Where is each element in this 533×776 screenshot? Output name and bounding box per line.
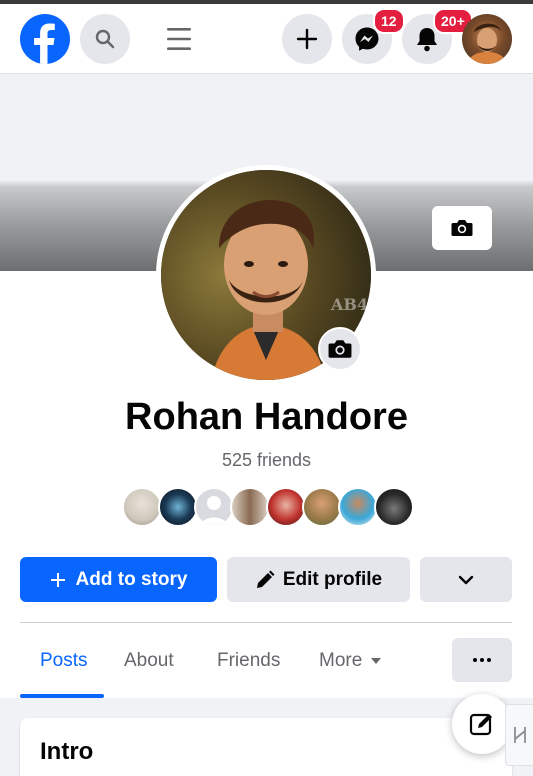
intro-title: Intro bbox=[40, 738, 94, 765]
camera-icon bbox=[328, 340, 352, 358]
intro-card: Intro bbox=[20, 718, 512, 776]
chevron-down-icon bbox=[458, 575, 474, 584]
tab-more-label: More bbox=[319, 650, 363, 671]
add-to-story-label: Add to story bbox=[75, 568, 188, 590]
more-options-button[interactable] bbox=[452, 638, 512, 682]
add-to-story-button[interactable]: Add to story bbox=[20, 557, 217, 602]
friend-avatar[interactable] bbox=[338, 487, 378, 527]
friend-avatar[interactable] bbox=[194, 487, 234, 527]
compose-icon bbox=[469, 713, 492, 736]
friend-avatars-row bbox=[122, 487, 414, 527]
account-avatar[interactable] bbox=[462, 14, 512, 64]
friend-avatar[interactable] bbox=[122, 487, 162, 527]
friend-avatar[interactable] bbox=[302, 487, 342, 527]
edit-cover-photo-button[interactable] bbox=[432, 206, 492, 250]
section-divider bbox=[20, 622, 512, 623]
tab-friends[interactable]: Friends bbox=[217, 650, 280, 672]
tab-posts[interactable]: Posts bbox=[40, 650, 88, 672]
plus-icon bbox=[296, 28, 318, 50]
menu-icon[interactable] bbox=[166, 26, 192, 52]
side-panel-toggle[interactable] bbox=[505, 704, 533, 766]
pencil-icon bbox=[256, 570, 275, 588]
caret-down-icon bbox=[371, 658, 382, 664]
camera-icon bbox=[451, 220, 473, 236]
profile-name: Rohan Handore bbox=[125, 396, 408, 438]
tab-about[interactable]: About bbox=[124, 650, 174, 672]
search-icon bbox=[95, 29, 115, 49]
create-button[interactable] bbox=[282, 14, 332, 64]
tab-more[interactable]: More bbox=[319, 650, 382, 672]
facebook-logo-icon[interactable] bbox=[20, 14, 70, 64]
search-button[interactable] bbox=[80, 14, 130, 64]
friend-avatar[interactable] bbox=[374, 487, 414, 527]
friend-avatar[interactable] bbox=[266, 487, 306, 527]
active-tab-indicator bbox=[20, 694, 104, 698]
ellipsis-icon bbox=[473, 658, 491, 662]
friend-avatar[interactable] bbox=[230, 487, 270, 527]
messenger-badge: 12 bbox=[373, 8, 405, 34]
compose-post-button[interactable] bbox=[452, 694, 512, 754]
friends-count[interactable]: 525 friends bbox=[0, 450, 533, 471]
edit-profile-picture-button[interactable] bbox=[318, 327, 362, 371]
edit-profile-label: Edit profile bbox=[282, 568, 383, 590]
slash-icon bbox=[513, 727, 526, 743]
profile-options-dropdown[interactable] bbox=[420, 557, 512, 602]
edit-profile-button[interactable]: Edit profile bbox=[227, 557, 410, 602]
plus-icon bbox=[50, 572, 65, 587]
top-navigation-bar: 12 20+ bbox=[0, 4, 533, 74]
photo-watermark: AB4 bbox=[330, 295, 368, 314]
friend-avatar[interactable] bbox=[158, 487, 198, 527]
